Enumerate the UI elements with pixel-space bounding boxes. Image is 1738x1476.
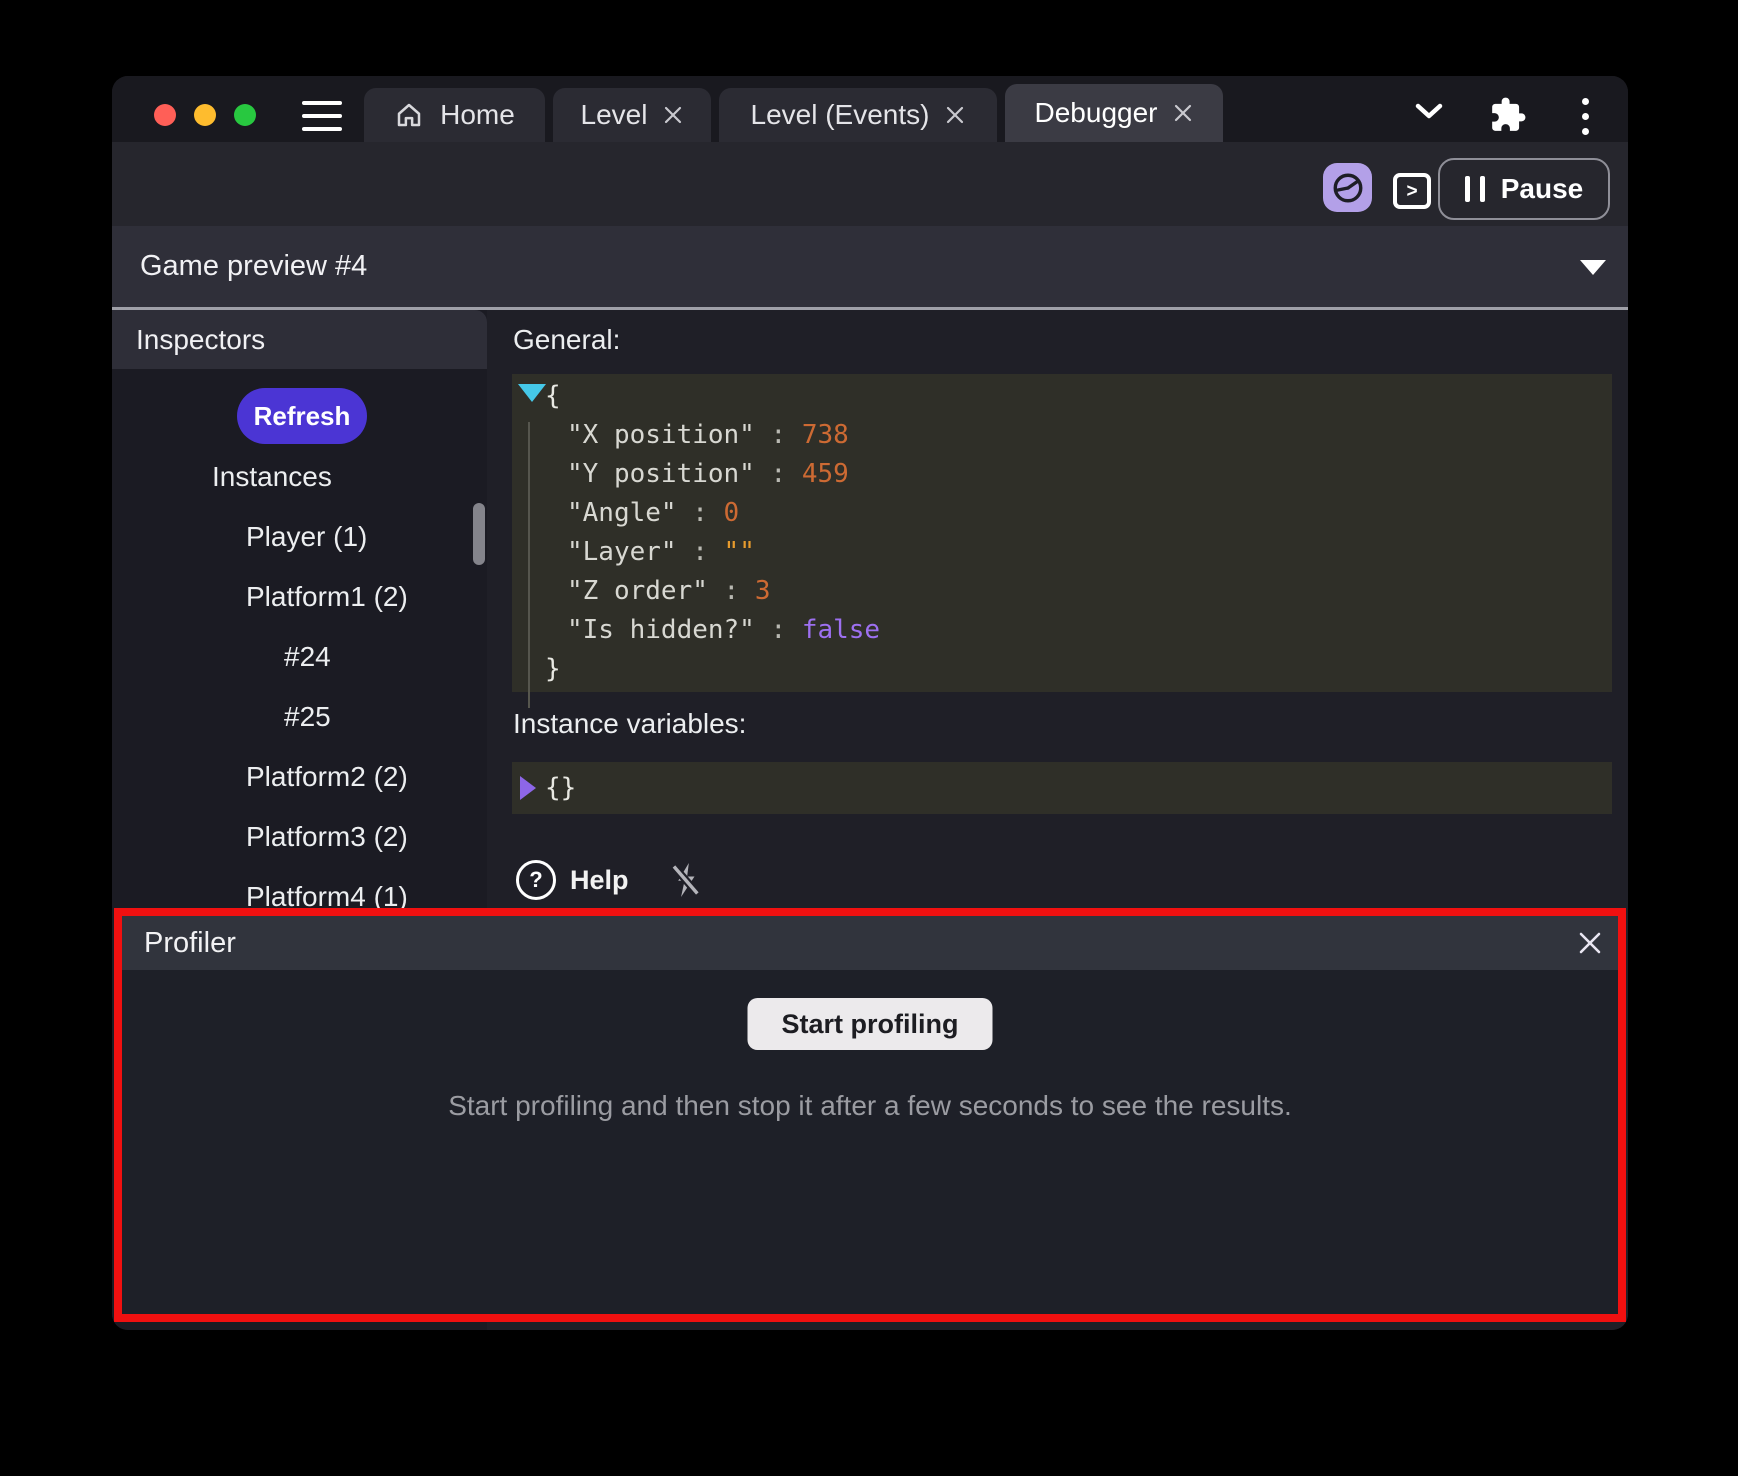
instance-variables-json-view: {} xyxy=(512,762,1612,814)
console-button[interactable]: > xyxy=(1393,173,1431,209)
general-json-view: {"X position" : 738"Y position" : 459"An… xyxy=(512,374,1612,692)
json-row: "X position" : 738 xyxy=(512,416,1612,455)
console-prompt-glyph: > xyxy=(1406,182,1417,201)
json-close-brace: } xyxy=(512,650,1612,689)
profiler-hint: Start profiling and then stop it after a… xyxy=(122,1090,1618,1122)
profiler-title: Profiler xyxy=(144,916,236,970)
list-item-platform3-2[interactable]: Platform3 (2) xyxy=(112,807,487,867)
tab-label: Level xyxy=(581,99,648,131)
close-tab-icon[interactable] xyxy=(663,105,683,125)
json-row: "Layer" : "" xyxy=(512,533,1612,572)
inspectors-header: Inspectors xyxy=(112,310,487,369)
collapse-expander-icon[interactable] xyxy=(518,384,546,402)
app-window: Home Level Level (Events) Debugger xyxy=(112,76,1628,1330)
tab-level-events[interactable]: Level (Events) xyxy=(719,88,997,142)
tab-level[interactable]: Level xyxy=(553,88,711,142)
json-key: "Is hidden?" xyxy=(567,615,755,645)
json-separator: : xyxy=(755,615,802,645)
tab-label: Debugger xyxy=(1035,97,1158,129)
tab-label: Level (Events) xyxy=(751,99,930,131)
json-value: false xyxy=(802,615,880,645)
list-item-label: #24 xyxy=(284,641,331,673)
tab-bar: Home Level Level (Events) Debugger xyxy=(364,84,1223,142)
json-open-brace: { xyxy=(512,377,1612,416)
json-separator: : xyxy=(708,576,755,606)
json-key: "X position" xyxy=(567,420,755,450)
json-separator: : xyxy=(677,537,724,567)
menu-icon[interactable] xyxy=(302,101,342,131)
json-value: 738 xyxy=(802,420,849,450)
list-item-label: Instances xyxy=(212,461,332,493)
extensions-puzzle-icon[interactable] xyxy=(1489,96,1527,134)
json-key: "Angle" xyxy=(567,498,677,528)
json-key: "Y position" xyxy=(567,459,755,489)
instance-variables-label: Instance variables: xyxy=(513,708,746,740)
json-key: "Z order" xyxy=(567,576,708,606)
list-item-label: Platform2 (2) xyxy=(246,761,408,793)
tab-label: Home xyxy=(440,99,515,131)
flash-off-icon[interactable] xyxy=(669,860,703,900)
list-item-25[interactable]: #25 xyxy=(112,687,487,747)
instances-tree: Instances Player (1) Platform1 (2) #24 #25 Pl… xyxy=(112,447,487,927)
json-row: "Is hidden?" : false xyxy=(512,611,1612,650)
list-item-platform1-2[interactable]: Platform1 (2) xyxy=(112,567,487,627)
tab-debugger[interactable]: Debugger xyxy=(1005,84,1223,142)
refresh-button[interactable]: Refresh xyxy=(237,388,367,444)
window-controls xyxy=(154,104,256,126)
json-separator: : xyxy=(677,498,724,528)
json-row: "Angle" : 0 xyxy=(512,494,1612,533)
list-item-instances[interactable]: Instances xyxy=(112,447,487,507)
zoom-window-button[interactable] xyxy=(234,104,256,126)
chevron-down-icon[interactable] xyxy=(1414,102,1444,120)
start-profiling-button[interactable]: Start profiling xyxy=(748,998,993,1050)
indent-guide xyxy=(528,422,530,708)
home-icon xyxy=(394,100,424,130)
json-value: 459 xyxy=(802,459,849,489)
tab-home[interactable]: Home xyxy=(364,88,545,142)
close-tab-icon[interactable] xyxy=(1173,103,1193,123)
json-separator: : xyxy=(755,459,802,489)
caret-down-icon xyxy=(1580,260,1606,275)
screen: Home Level Level (Events) Debugger xyxy=(0,0,1738,1476)
profiler-header: Profiler xyxy=(122,916,1618,970)
json-row: "Z order" : 3 xyxy=(512,572,1612,611)
pause-icon xyxy=(1465,176,1485,202)
game-preview-title: Game preview #4 xyxy=(140,226,367,307)
json-value: 3 xyxy=(755,576,771,606)
help-label[interactable]: Help xyxy=(570,865,629,896)
close-tab-icon[interactable] xyxy=(945,105,965,125)
close-window-button[interactable] xyxy=(154,104,176,126)
close-icon[interactable] xyxy=(1578,931,1602,955)
help-row: ? Help xyxy=(516,860,703,900)
json-separator: : xyxy=(755,420,802,450)
json-row: "Y position" : 459 xyxy=(512,455,1612,494)
list-item-label: Platform1 (2) xyxy=(246,581,408,613)
debugger-toolbar: > Pause xyxy=(112,142,1628,226)
help-icon[interactable]: ? xyxy=(516,860,556,900)
gauge-icon xyxy=(1331,171,1365,205)
json-key: "Layer" xyxy=(567,537,677,567)
general-label: General: xyxy=(513,324,620,356)
list-item-label: Platform3 (2) xyxy=(246,821,408,853)
list-item-player-1[interactable]: Player (1) xyxy=(112,507,487,567)
list-item-label: Player (1) xyxy=(246,521,367,553)
list-item-platform2-2[interactable]: Platform2 (2) xyxy=(112,747,487,807)
game-preview-header[interactable]: Game preview #4 xyxy=(112,226,1628,307)
pause-label: Pause xyxy=(1501,173,1584,205)
profiler-panel: Profiler Start profiling Start profiling… xyxy=(114,908,1626,1322)
expand-expander-icon[interactable] xyxy=(520,776,536,800)
pause-button[interactable]: Pause xyxy=(1438,158,1610,220)
json-value: "" xyxy=(724,537,755,567)
titlebar: Home Level Level (Events) Debugger xyxy=(112,76,1628,142)
instance-variables-value: {} xyxy=(545,762,576,814)
profiler-toggle-button[interactable] xyxy=(1323,163,1372,212)
inspectors-title: Inspectors xyxy=(136,310,265,369)
kebab-menu-icon[interactable] xyxy=(1582,98,1589,135)
list-item-label: #25 xyxy=(284,701,331,733)
json-value: 0 xyxy=(724,498,740,528)
minimize-window-button[interactable] xyxy=(194,104,216,126)
list-item-24[interactable]: #24 xyxy=(112,627,487,687)
profiler-body: Start profiling Start profiling and then… xyxy=(122,970,1618,1314)
sidebar-scrollbar[interactable] xyxy=(473,503,485,565)
